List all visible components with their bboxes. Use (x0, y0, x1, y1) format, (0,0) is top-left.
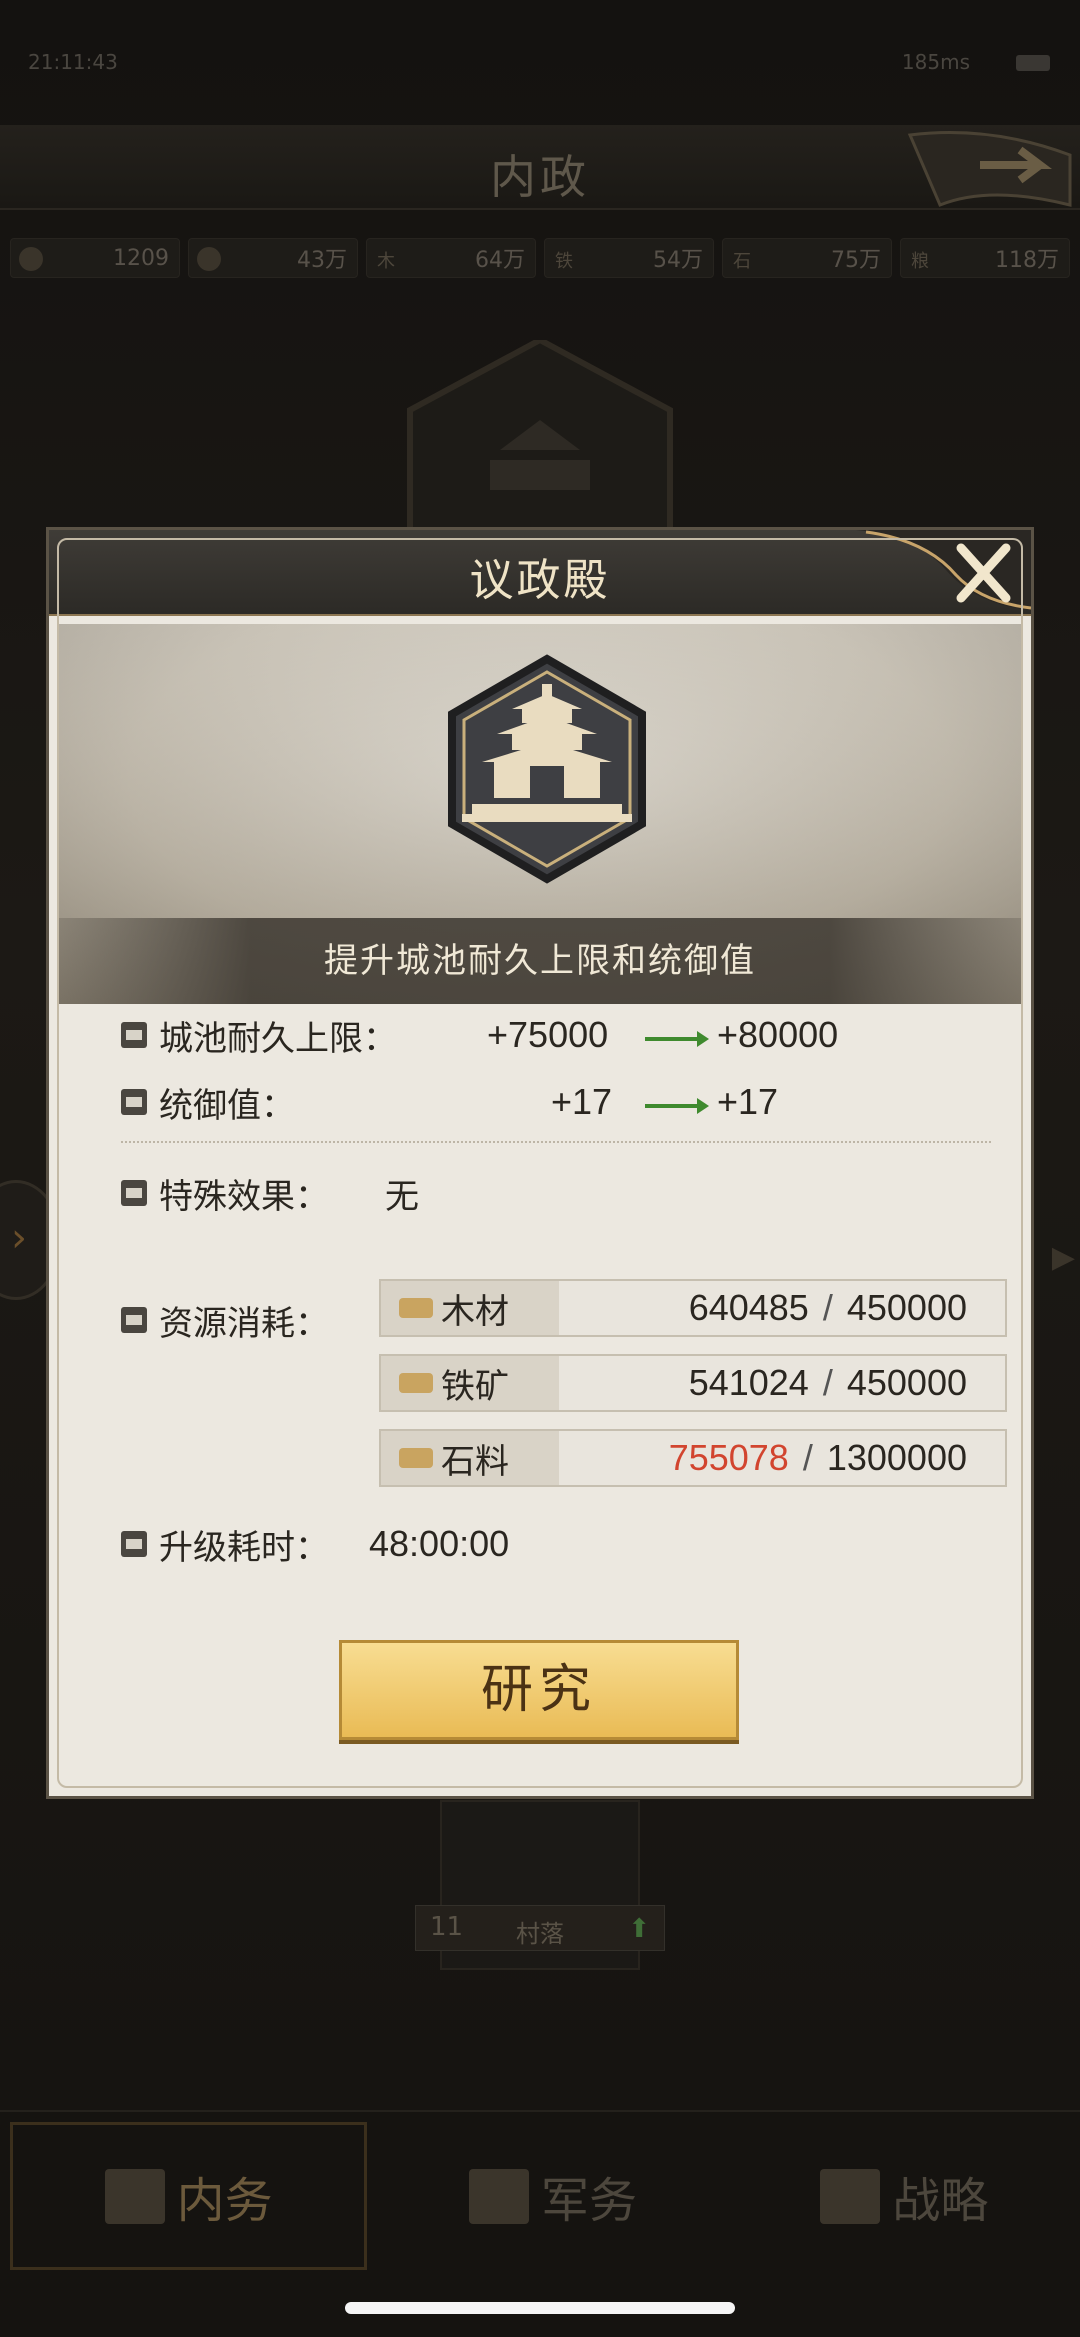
right-arrow-icon: ▶ (1051, 1240, 1075, 1275)
cost-row-wood: 木材 640485/450000 (379, 1279, 1007, 1337)
network-latency: 185ms (901, 50, 970, 74)
upgrade-icon: ⬆ (628, 1914, 650, 1944)
top-bar: 内政 (0, 125, 1080, 210)
resource-bar: 1209 43万 木 64万 铁 54万 石 75万 粮 118万 (10, 238, 1070, 278)
upgrade-time: 48:00:00 (369, 1523, 510, 1564)
stone-icon (399, 1448, 433, 1468)
cost-label-row: 资源消耗： (121, 1297, 329, 1344)
palace-emblem-icon (448, 654, 646, 884)
dialog-header: 议政殿 (49, 530, 1031, 616)
tab-military[interactable]: 军务 (377, 2112, 728, 2280)
building-emblem-background (407, 340, 673, 540)
resource-copper: 43万 (188, 238, 358, 278)
special-icon (121, 1180, 147, 1206)
special-value: 无 (385, 1176, 419, 1217)
resource-gold: 1209 (10, 238, 180, 278)
cost-icon (121, 1307, 147, 1333)
arrow-right-icon (645, 1031, 709, 1047)
clock-icon (121, 1531, 147, 1557)
wood-icon (399, 1298, 433, 1318)
clock: 21:11:43 (28, 50, 118, 74)
resource-wood: 木 64万 (366, 238, 536, 278)
stat-to: +17 (717, 1081, 779, 1122)
tab-strategy[interactable]: 战略 (729, 2112, 1080, 2280)
stat-row-durability: 城池耐久上限： (121, 1012, 397, 1059)
resource-iron: 铁 54万 (544, 238, 714, 278)
village-label: 11 村落 ⬆ (415, 1905, 665, 1951)
tab-internal-affairs[interactable]: 内务 (10, 2122, 368, 2270)
special-effect-row: 特殊效果： 无 (121, 1170, 419, 1217)
stat-from: +17 (551, 1081, 613, 1122)
upgrade-time-row: 升级耗时： 48:00:00 (121, 1521, 510, 1568)
scroll-icon (820, 2168, 881, 2224)
battery-icon (1016, 55, 1050, 71)
close-icon[interactable] (856, 530, 1031, 616)
cost-row-stone: 石料 755078/1300000 (379, 1429, 1007, 1487)
soldier-icon (468, 2168, 529, 2224)
palace-icon (104, 2168, 165, 2224)
bottom-nav: 内务 军务 战略 (0, 2110, 1080, 2280)
arrow-right-icon (645, 1098, 709, 1114)
status-bar: 21:11:43 185ms (0, 0, 1080, 120)
building-dialog: 议政殿 提升城池耐久上限和统御值 城池耐久上限： +75000 +80000 统… (46, 527, 1034, 1799)
stat-icon (121, 1022, 147, 1048)
village-level: 11 (430, 1912, 464, 1942)
coin-icon (19, 247, 43, 271)
banner-caption: 提升城池耐久上限和统御值 (57, 918, 1023, 1004)
resource-stone: 石 75万 (722, 238, 892, 278)
copper-icon (197, 247, 221, 271)
stat-from: +75000 (487, 1014, 609, 1055)
stat-icon (121, 1089, 147, 1115)
insufficient-amount: 755078 (668, 1437, 789, 1478)
home-indicator[interactable] (345, 2302, 735, 2314)
resource-grain: 粮 118万 (900, 238, 1070, 278)
iron-icon (399, 1373, 433, 1393)
stat-to: +80000 (717, 1014, 839, 1055)
cost-row-iron: 铁矿 541024/450000 (379, 1354, 1007, 1412)
dialog-banner: 提升城池耐久上限和统御值 (57, 624, 1023, 1004)
village-name: 村落 (516, 1920, 564, 1948)
research-button[interactable]: 研究 (339, 1640, 739, 1740)
stat-row-command: 统御值： (121, 1079, 295, 1126)
back-arrow-icon[interactable] (900, 125, 1080, 210)
divider (121, 1141, 991, 1145)
chevron-right-icon: › (11, 1215, 27, 1261)
